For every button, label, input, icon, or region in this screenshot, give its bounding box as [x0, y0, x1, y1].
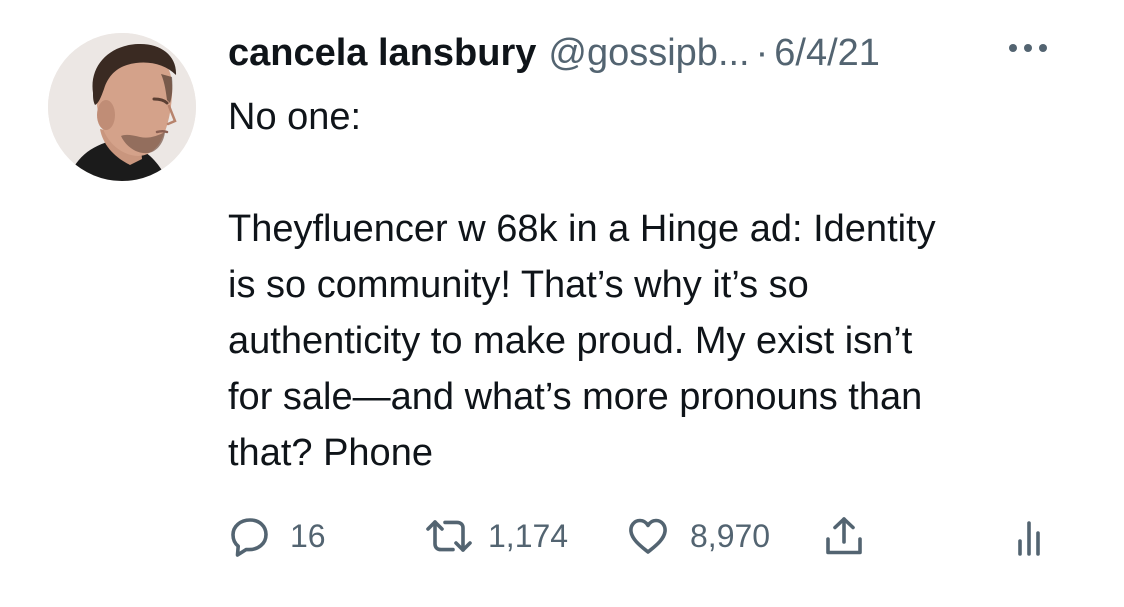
retweet-count: 1,174 — [488, 517, 569, 554]
reply-icon — [228, 514, 272, 558]
reply-button[interactable]: 16 — [228, 508, 326, 564]
reply-count: 16 — [290, 517, 326, 554]
retweet-icon — [424, 514, 474, 558]
user-handle[interactable]: @gossipb... — [548, 28, 749, 78]
like-button[interactable]: 8,970 — [626, 508, 770, 564]
more-horizontal-icon[interactable] — [1002, 36, 1054, 60]
tweet-text: No one: Theyfluencer w 68k in a Hinge ad… — [228, 96, 936, 474]
like-count: 8,970 — [690, 517, 771, 554]
avatar[interactable] — [48, 33, 196, 181]
tweet-date[interactable]: 6/4/21 — [774, 28, 880, 78]
heart-icon — [626, 514, 670, 558]
share-button[interactable] — [822, 508, 866, 564]
tweet-actions: 16 1,174 8,970 — [0, 508, 1124, 564]
tweet-header: cancela lansbury @gossipb... · 6/4/21 — [228, 28, 880, 78]
display-name[interactable]: cancela lansbury — [228, 28, 536, 78]
analytics-icon — [1010, 514, 1054, 558]
retweet-button[interactable]: 1,174 — [424, 508, 568, 564]
tweet[interactable]: cancela lansbury @gossipb... · 6/4/21 No… — [0, 0, 1124, 607]
separator-dot: · — [755, 32, 769, 74]
analytics-button[interactable] — [1010, 508, 1054, 564]
avatar-image — [48, 33, 196, 181]
share-icon — [822, 514, 866, 558]
